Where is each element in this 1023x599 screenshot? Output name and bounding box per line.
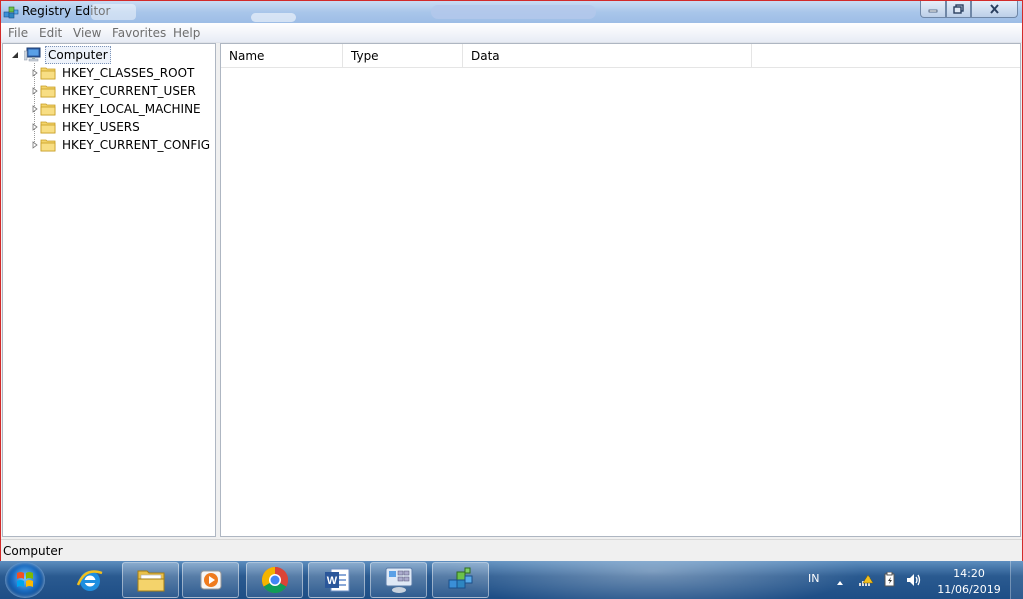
taskbar-ie[interactable] xyxy=(63,562,117,598)
language-indicator[interactable]: IN xyxy=(808,572,819,585)
values-list[interactable]: Name Type Data xyxy=(220,43,1021,537)
svg-text:W: W xyxy=(326,575,337,587)
column-header-type[interactable]: Type xyxy=(343,44,463,67)
expand-arrow-icon[interactable] xyxy=(30,104,40,114)
expand-arrow-icon[interactable] xyxy=(30,86,40,96)
column-header-name[interactable]: Name xyxy=(221,44,343,67)
clock[interactable]: 14:20 11/06/2019 xyxy=(930,566,1008,598)
registry-tree[interactable]: Computer HKEY_CLASSES_ROOT HKEY_CURRENT_… xyxy=(2,43,216,537)
expand-arrow-icon[interactable] xyxy=(30,68,40,78)
tree-label[interactable]: HKEY_CURRENT_CONFIG xyxy=(60,137,212,153)
title-bar[interactable]: Registry Editor xyxy=(1,1,1022,23)
folder-icon xyxy=(40,66,56,80)
tree-item-hkey-classes-root[interactable]: HKEY_CLASSES_ROOT xyxy=(30,64,196,82)
folder-icon xyxy=(40,120,56,134)
menu-favorites[interactable]: Favorites xyxy=(112,26,166,40)
expand-arrow-icon[interactable] xyxy=(30,122,40,132)
menu-file[interactable]: File xyxy=(8,26,28,40)
tree-item-hkey-current-config[interactable]: HKEY_CURRENT_CONFIG xyxy=(30,136,212,154)
folder-icon xyxy=(137,570,164,592)
restore-button[interactable] xyxy=(946,1,971,18)
word-icon: W xyxy=(324,568,349,592)
caption-buttons xyxy=(920,1,1018,19)
folder-icon xyxy=(40,84,56,98)
status-path: Computer xyxy=(3,544,63,558)
network-icon[interactable] xyxy=(858,572,874,591)
regedit-app-icon[interactable] xyxy=(3,4,19,20)
tree-item-hkey-local-machine[interactable]: HKEY_LOCAL_MACHINE xyxy=(30,100,203,118)
show-desktop-button[interactable] xyxy=(1010,561,1023,599)
chrome-icon xyxy=(261,566,288,594)
tree-item-hkey-current-user[interactable]: HKEY_CURRENT_USER xyxy=(30,82,198,100)
taskbar-control-panel[interactable] xyxy=(370,562,427,598)
power-icon[interactable] xyxy=(882,571,898,591)
tree-label[interactable]: HKEY_CLASSES_ROOT xyxy=(60,65,196,81)
status-bar: Computer xyxy=(1,539,1022,562)
menu-edit[interactable]: Edit xyxy=(39,26,62,40)
restore-icon xyxy=(953,4,964,14)
tree-label[interactable]: HKEY_USERS xyxy=(60,119,142,135)
minimize-button[interactable] xyxy=(920,1,946,18)
taskbar-explorer[interactable] xyxy=(122,562,179,598)
control-panel-icon xyxy=(385,567,412,593)
taskbar-word[interactable]: W xyxy=(308,562,365,598)
taskbar-media-player[interactable] xyxy=(182,562,239,598)
list-column-header: Name Type Data xyxy=(221,44,1020,68)
tree-item-computer[interactable]: Computer xyxy=(10,46,111,64)
close-icon xyxy=(990,4,999,14)
computer-icon xyxy=(23,47,42,63)
start-button[interactable] xyxy=(5,562,45,598)
expand-arrow-icon[interactable] xyxy=(30,140,40,150)
windows-logo-icon xyxy=(17,572,33,587)
media-player-icon xyxy=(200,570,221,590)
folder-icon xyxy=(40,102,56,116)
collapse-arrow-icon[interactable] xyxy=(10,50,20,60)
tree-label[interactable]: HKEY_LOCAL_MACHINE xyxy=(60,101,203,117)
volume-icon[interactable] xyxy=(905,572,923,591)
minimize-icon xyxy=(928,9,938,13)
clock-date: 11/06/2019 xyxy=(937,583,1001,596)
show-hidden-icons-button[interactable] xyxy=(836,575,844,589)
registry-editor-window: Registry Editor File Edit View Favorites… xyxy=(0,0,1023,562)
menu-bar: File Edit View Favorites Help xyxy=(1,23,1022,43)
column-header-data[interactable]: Data xyxy=(463,44,752,67)
clock-time: 14:20 xyxy=(953,567,985,580)
tree-item-hkey-users[interactable]: HKEY_USERS xyxy=(30,118,142,136)
close-button[interactable] xyxy=(971,1,1018,18)
taskbar: W IN 14:20 11/06/2019 xyxy=(0,561,1023,599)
taskbar-registry-editor[interactable] xyxy=(432,562,489,598)
menu-help[interactable]: Help xyxy=(173,26,200,40)
menu-view[interactable]: View xyxy=(73,26,101,40)
taskbar-chrome[interactable] xyxy=(246,562,303,598)
folder-icon xyxy=(40,138,56,152)
regedit-icon xyxy=(448,567,472,589)
ie-icon xyxy=(76,570,103,591)
tree-label[interactable]: HKEY_CURRENT_USER xyxy=(60,83,198,99)
tree-label-computer[interactable]: Computer xyxy=(45,46,111,64)
